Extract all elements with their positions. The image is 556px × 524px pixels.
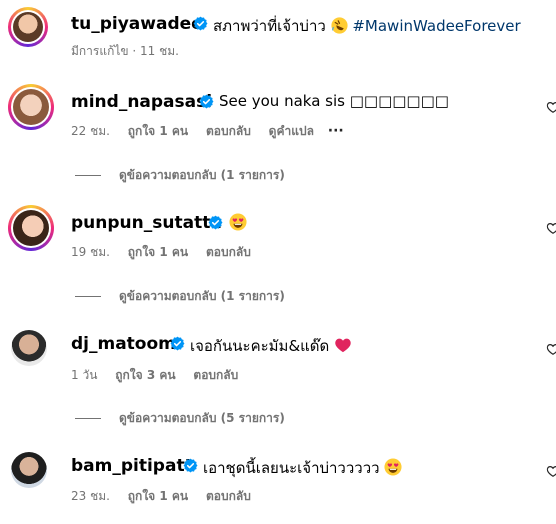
divider-line — [75, 418, 101, 419]
avatar[interactable] — [11, 330, 47, 366]
reply-button[interactable]: ตอบกลับ — [193, 368, 238, 382]
comment-username[interactable]: punpun_sutatta — [71, 213, 222, 233]
divider-line — [75, 175, 101, 176]
comment-body: เจอกันนะคะมัม&แด๊ด — [190, 337, 330, 355]
heart-eyes-emoji-icon — [229, 213, 247, 231]
like-heart-icon[interactable] — [546, 342, 556, 356]
red-heart-emoji-icon — [334, 336, 352, 354]
view-replies-label: ดูข้อความตอบกลับ (5 รายการ) — [119, 411, 285, 425]
avatar[interactable] — [8, 205, 54, 251]
verified-icon — [183, 458, 198, 473]
comment-meta: 19 ชม. ถูกใจ 1 คน ตอบกลับ — [71, 243, 251, 262]
comment-meta: 23 ชม. ถูกใจ 1 คน ตอบกลับ — [71, 487, 251, 506]
verified-icon — [208, 215, 223, 230]
likes-count-link[interactable]: ถูกใจ 1 คน — [128, 245, 188, 259]
comment-text: เจอกันนะคะมัม&แด๊ด — [190, 334, 352, 358]
like-heart-icon[interactable] — [546, 464, 556, 478]
comment-body: See you naka sis — [219, 92, 350, 110]
comment-meta: 22 ชม. ถูกใจ 1 คน ตอบกลับ ดูคำแปล ··· — [71, 122, 344, 141]
divider-line — [75, 296, 101, 297]
comment-text: See you naka sis □□□□□□□ — [219, 92, 449, 110]
translate-button[interactable]: ดูคำแปล — [269, 124, 314, 138]
view-replies-button[interactable]: ดูข้อความตอบกลับ (1 รายการ) — [75, 287, 285, 306]
comment-username[interactable]: mind_napasasi — [71, 92, 212, 112]
likes-count-link[interactable]: ถูกใจ 3 คน — [115, 368, 175, 382]
hashtag-link[interactable]: #MawinWadeeForever — [352, 17, 520, 35]
more-options-icon[interactable]: ··· — [328, 123, 344, 139]
avatar[interactable] — [8, 7, 48, 47]
view-replies-label: ดูข้อความตอบกลับ (1 รายการ) — [119, 168, 285, 182]
likes-count-link[interactable]: ถูกใจ 1 คน — [128, 489, 188, 503]
caption-username[interactable]: tu_piyawadee — [71, 14, 203, 34]
view-replies-button[interactable]: ดูข้อความตอบกลับ (5 รายการ) — [75, 409, 285, 428]
comment-time: 23 ชม. — [71, 489, 110, 503]
verified-icon — [193, 16, 208, 31]
view-replies-button[interactable]: ดูข้อความตอบกลับ (1 รายการ) — [75, 166, 285, 185]
rolling-laughing-emoji-icon — [331, 17, 348, 34]
likes-count-link[interactable]: ถูกใจ 1 คน — [128, 124, 188, 138]
reply-button[interactable]: ตอบกลับ — [206, 245, 251, 259]
reply-button[interactable]: ตอบกลับ — [206, 489, 251, 503]
caption-text: สภาพว่าที่เจ้าบ่าว #MawinWadeeForever — [213, 14, 521, 38]
comment-username[interactable]: bam_pitipatt — [71, 456, 193, 476]
comment-body: เอาชุดนี้เลยนะเจ้าบ่าววววว — [203, 459, 380, 477]
verified-icon — [199, 94, 214, 109]
comment-time: 22 ชม. — [71, 124, 110, 138]
unrendered-glyphs: □□□□□□□ — [349, 92, 449, 110]
comment-meta: 1 วัน ถูกใจ 3 คน ตอบกลับ — [71, 366, 238, 385]
heart-eyes-emoji-icon — [384, 458, 402, 476]
like-heart-icon[interactable] — [546, 100, 556, 114]
comment-username[interactable]: dj_matoom — [71, 334, 176, 354]
caption-meta: มีการแก้ไข · 11 ชม. — [71, 44, 179, 58]
view-replies-label: ดูข้อความตอบกลับ (1 รายการ) — [119, 289, 285, 303]
like-heart-icon[interactable] — [546, 221, 556, 235]
comment-text: เอาชุดนี้เลยนะเจ้าบ่าววววว — [203, 456, 402, 480]
caption-body: สภาพว่าที่เจ้าบ่าว — [213, 17, 326, 35]
reply-button[interactable]: ตอบกลับ — [206, 124, 251, 138]
avatar[interactable] — [8, 84, 54, 130]
avatar[interactable] — [11, 452, 47, 488]
verified-icon — [170, 336, 185, 351]
comment-time: 19 ชม. — [71, 245, 110, 259]
comment-time: 1 วัน — [71, 368, 98, 382]
